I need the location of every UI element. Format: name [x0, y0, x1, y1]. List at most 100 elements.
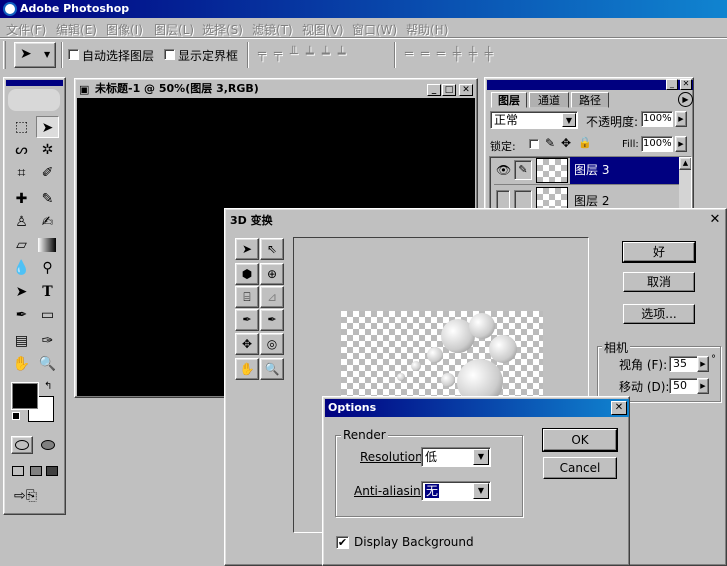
options-button[interactable]: 选项...	[623, 304, 695, 324]
opacity-slider-arrow-icon[interactable]: ▶	[675, 111, 687, 127]
field-of-view-input[interactable]: 35	[669, 356, 699, 372]
blend-mode-select[interactable]: 正常 ▼	[490, 111, 578, 129]
anti-aliasing-value: 无	[425, 484, 440, 498]
fill-input[interactable]: 100%	[641, 136, 673, 152]
dolly-input[interactable]: 50	[669, 378, 699, 394]
tab-paths[interactable]: 路径	[571, 92, 609, 108]
screen-mode-standard-icon[interactable]	[12, 466, 24, 476]
lock-pixels-icon[interactable]: ✎	[545, 136, 555, 150]
foreground-color-swatch[interactable]	[12, 383, 38, 409]
slice-tool-icon[interactable]: ✐	[36, 162, 59, 184]
zoom-tool-icon[interactable]: 🔍	[260, 358, 284, 380]
zoom-tool-icon[interactable]: 🔍	[36, 353, 59, 375]
tab-channels[interactable]: 通道	[529, 92, 569, 108]
menu-window[interactable]: 窗口(W)	[352, 21, 397, 38]
hand-tool-icon[interactable]: ✋	[235, 358, 259, 380]
brush-link-icon[interactable]: ✎	[514, 160, 532, 180]
palette-header[interactable]	[487, 80, 693, 90]
layer-row[interactable]: 👁 ✎ 图层 3	[494, 157, 682, 185]
add-anchor-tool-icon[interactable]: ✒	[235, 309, 259, 331]
adobe-online-icon[interactable]	[8, 89, 60, 111]
pan-camera-tool-icon[interactable]: ✥	[235, 333, 259, 355]
move-tool-icon[interactable]: ➤	[36, 116, 59, 138]
default-colors-icon[interactable]	[12, 412, 20, 420]
menu-edit[interactable]: 编辑(E)	[56, 21, 97, 38]
show-bounding-box-checkbox[interactable]	[164, 49, 175, 60]
cancel-button[interactable]: Cancel	[543, 457, 617, 479]
align-buttons-group-icon[interactable]: ╤ ╤ ╨ ┷ ┷ ┷	[258, 47, 348, 62]
delete-anchor-tool-icon[interactable]: ✒	[260, 309, 284, 331]
maximize-button[interactable]: □	[442, 84, 456, 96]
ok-button[interactable]: OK	[542, 428, 618, 452]
eraser-tool-icon[interactable]: ▱	[10, 234, 33, 256]
visibility-eye-icon[interactable]: 👁	[496, 163, 511, 177]
menu-file[interactable]: 文件(F)	[6, 21, 46, 38]
minimize-button[interactable]: _	[427, 84, 441, 96]
palette-menu-icon[interactable]: ▶	[678, 92, 693, 107]
menu-help[interactable]: 帮助(H)	[406, 21, 448, 38]
auto-select-layer-checkbox[interactable]	[68, 49, 79, 60]
close-button[interactable]: ✕	[459, 84, 473, 96]
direct-selection-tool-icon[interactable]: ⇖	[260, 238, 284, 260]
lasso-tool-icon[interactable]: ᔕ	[10, 139, 33, 161]
history-brush-tool-icon[interactable]: ✍	[36, 211, 59, 233]
blur-tool-icon[interactable]: 💧	[10, 257, 33, 279]
scroll-up-icon[interactable]: ▲	[679, 157, 691, 170]
screen-mode-full-icon[interactable]	[46, 466, 58, 476]
close-button[interactable]: ✕	[611, 401, 627, 415]
ok-button[interactable]: 好	[622, 241, 696, 263]
brush-tool-icon[interactable]: ✎	[36, 188, 59, 210]
menu-select[interactable]: 选择(S)	[202, 21, 243, 38]
sphere-tool-icon[interactable]: ⊕	[260, 263, 284, 285]
resolution-select[interactable]: 低 ▼	[421, 447, 491, 467]
healing-brush-tool-icon[interactable]: ✚	[10, 188, 33, 210]
path-selection-tool-icon[interactable]: ➤	[10, 281, 33, 303]
clone-stamp-tool-icon[interactable]: ♙	[10, 211, 33, 233]
jump-to-imageready-icon[interactable]: ⇨⎘	[14, 488, 37, 504]
brush-link-icon[interactable]	[514, 190, 532, 210]
magic-wand-tool-icon[interactable]: ✲	[36, 139, 59, 161]
gradient-tool-icon[interactable]	[38, 238, 56, 252]
pen-tool-icon[interactable]: ✒	[10, 304, 33, 326]
lock-position-icon[interactable]: ✥	[561, 136, 571, 150]
type-tool-icon[interactable]: T	[36, 281, 59, 303]
menu-filter[interactable]: 滤镜(T)	[252, 21, 293, 38]
tool-preset-picker[interactable]: ➤ ▼	[14, 42, 56, 68]
marquee-tool-icon[interactable]: ⬚	[10, 116, 33, 138]
rectangle-tool-icon[interactable]: ▭	[36, 304, 59, 326]
palette-minimize-button[interactable]: _	[666, 79, 678, 90]
menu-view[interactable]: 视图(V)	[302, 21, 344, 38]
display-background-checkbox[interactable]: ✔	[336, 536, 349, 549]
lock-transparency-icon[interactable]	[529, 139, 539, 149]
fill-slider-arrow-icon[interactable]: ▶	[675, 136, 687, 152]
swap-colors-icon[interactable]: ↰	[44, 381, 52, 392]
options-bar-grip[interactable]	[3, 41, 6, 69]
crop-tool-icon[interactable]: ⌗	[10, 162, 33, 184]
cancel-button[interactable]: 取消	[623, 272, 695, 292]
trackball-tool-icon[interactable]: ◎	[260, 333, 284, 355]
opacity-input[interactable]: 100%	[641, 111, 673, 127]
selection-tool-icon[interactable]: ➤	[235, 238, 259, 260]
screen-mode-full-menu-icon[interactable]	[30, 466, 42, 476]
dialog-3d-title-bar[interactable]: 3D 变换 ✕	[228, 212, 725, 230]
cube-tool-icon[interactable]: ⬢	[235, 263, 259, 285]
eyedropper-tool-icon[interactable]: ✑	[36, 330, 59, 352]
hand-tool-icon[interactable]: ✋	[10, 353, 33, 375]
menu-image[interactable]: 图像(I)	[106, 21, 143, 38]
document-title-bar[interactable]: ▣ 未标题-1 @ 50%(图层 3,RGB) _ □ ✕	[77, 81, 475, 97]
dolly-slider-arrow-icon[interactable]: ▶	[697, 378, 709, 394]
tab-layers[interactable]: 图层	[491, 92, 527, 108]
menu-layer[interactable]: 图层(L)	[154, 21, 194, 38]
distribute-buttons-group-icon[interactable]: ═ ═ ═ ╪ ╪ ╪	[405, 47, 495, 62]
cylinder-tool-icon[interactable]: ⌸	[235, 286, 259, 308]
convert-point-tool-icon[interactable]: ⊿	[260, 286, 284, 308]
dialog-options-title-bar[interactable]: Options ✕	[325, 399, 629, 417]
anti-aliasing-select[interactable]: 无 ▼	[421, 481, 491, 501]
dodge-tool-icon[interactable]: ⚲	[36, 257, 59, 279]
field-of-view-slider-arrow-icon[interactable]: ▶	[697, 356, 709, 372]
palette-close-button[interactable]: ✕	[680, 79, 692, 90]
close-button[interactable]: ✕	[708, 213, 722, 226]
lock-all-icon[interactable]: 🔒	[578, 136, 592, 149]
visibility-eye-icon[interactable]	[496, 190, 510, 210]
notes-tool-icon[interactable]: ▤	[10, 330, 33, 352]
